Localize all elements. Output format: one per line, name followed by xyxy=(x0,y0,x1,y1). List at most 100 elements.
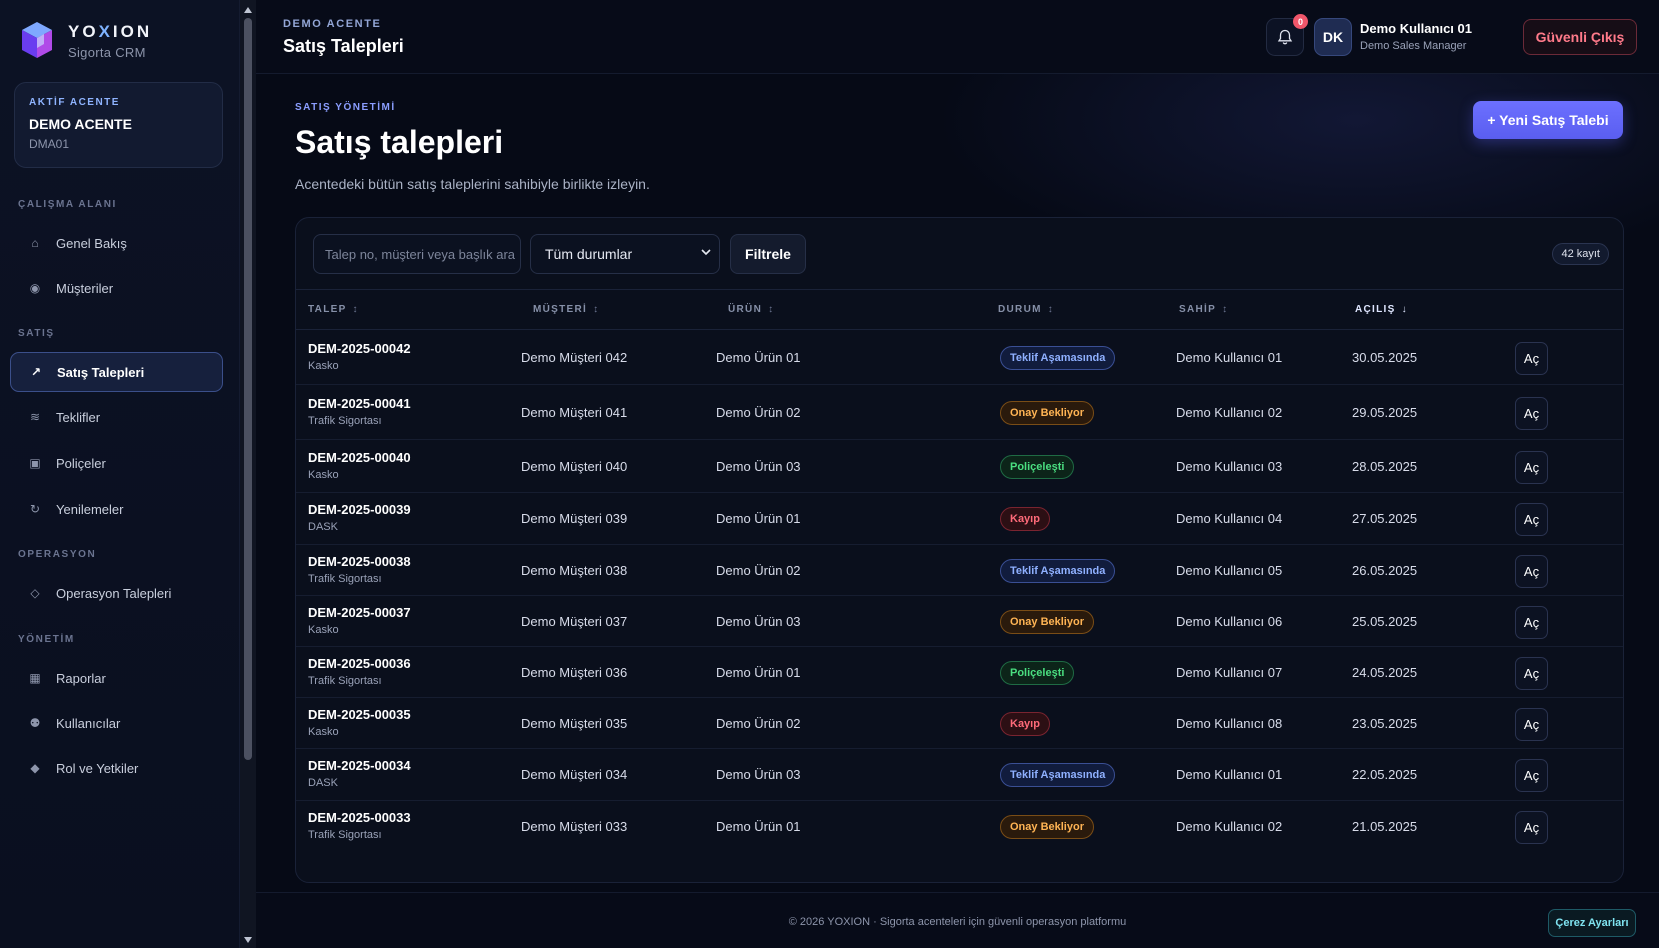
owner-cell: Demo Kullanıcı 08 xyxy=(1176,715,1283,731)
open-request-button[interactable]: Aç xyxy=(1515,811,1548,844)
avatar[interactable]: DK xyxy=(1314,18,1352,56)
customer-cell: Demo Müşteri 036 xyxy=(521,664,628,680)
sidebar-item-sales-requests[interactable]: ↗ Satış Talepleri xyxy=(10,352,223,392)
status-select[interactable]: Tüm durumlar xyxy=(530,234,720,274)
column-header-opened[interactable]: AÇILIŞ ↓ xyxy=(1355,304,1407,315)
customer-cell: Demo Müşteri 033 xyxy=(521,819,628,834)
open-request-button[interactable]: Aç xyxy=(1515,554,1548,588)
request-number: DEM-2025-00040 xyxy=(308,449,411,465)
notifications-button[interactable]: 0 xyxy=(1266,14,1308,56)
table-row[interactable]: DEM-2025-00036 Trafik Sigortası Demo Müşte… xyxy=(296,647,1623,698)
nav-section-operations: OPERASYON xyxy=(18,549,97,560)
scrollbar-thumb[interactable] xyxy=(244,18,252,760)
brand-subtitle: Sigorta CRM xyxy=(68,45,146,60)
diamond-icon: ◇ xyxy=(30,586,40,600)
sidebar-item-users[interactable]: ⚉ Kullanıcılar xyxy=(10,703,223,743)
table-row[interactable]: DEM-2025-00039 DASK Demo Müşteri 039 Demo Ü… xyxy=(296,493,1623,545)
request-cell: DEM-2025-00038 Trafik Sigortası xyxy=(308,554,411,585)
sidebar-item-operation-requests[interactable]: ◇ Operasyon Talepleri xyxy=(10,573,223,613)
active-agency-card[interactable]: AKTİF ACENTE DEMO ACENTE DMA01 xyxy=(14,82,223,168)
owner-cell: Demo Kullanıcı 02 xyxy=(1176,404,1283,420)
opened-date-cell: 26.05.2025 xyxy=(1352,562,1418,578)
request-cell: DEM-2025-00036 Trafik Sigortası xyxy=(308,656,411,687)
product-cell: Demo Ürün 03 xyxy=(716,458,801,474)
table-row[interactable]: DEM-2025-00038 Trafik Sigortası Demo Müşte… xyxy=(296,545,1623,596)
table-row[interactable]: DEM-2025-00037 Kasko Demo Müşteri 037 Demo … xyxy=(296,596,1623,647)
sidebar-item-renewals[interactable]: ↻ Yenilemeler xyxy=(10,489,223,529)
page-subtitle: Acentedeki bütün satış taleplerini sahib… xyxy=(295,176,650,192)
open-request-button[interactable]: Aç xyxy=(1515,605,1548,639)
brand[interactable]: YOXION Sigorta CRM xyxy=(20,20,152,62)
sidebar-item-overview[interactable]: ⌂ Genel Bakış xyxy=(10,223,223,263)
customer-cell: Demo Müşteri 038 xyxy=(521,562,628,578)
page-eyebrow: SATIŞ YÖNETİMİ xyxy=(295,102,396,113)
column-header-status[interactable]: DURUM ↕ xyxy=(998,304,1053,315)
chart-icon: ▦ xyxy=(29,671,41,685)
opened-date-cell: 28.05.2025 xyxy=(1352,458,1418,474)
table-row[interactable]: DEM-2025-00042 Kasko Demo Müşteri 042 Demo … xyxy=(296,330,1623,385)
column-header-request[interactable]: TALEP ↕ xyxy=(308,304,358,315)
product-cell: Demo Ürün 01 xyxy=(716,511,801,526)
product-cell: Demo Ürün 02 xyxy=(716,562,801,578)
open-request-button[interactable]: Aç xyxy=(1515,503,1548,536)
table-row[interactable]: DEM-2025-00035 Kasko Demo Müşteri 035 Demo … xyxy=(296,698,1623,749)
sidebar-item-label: Poliçeler xyxy=(56,455,106,471)
table-header: TALEP ↕ MÜŞTERİ ↕ ÜRÜN ↕ DURUM ↕ SAHİP ↕ AÇIL… xyxy=(296,290,1623,330)
topbar: DEMO ACENTE Satış Talepleri 0 DK Demo Ku… xyxy=(256,0,1659,74)
status-badge: Onay Bekliyor xyxy=(1000,815,1094,839)
opened-date-cell: 25.05.2025 xyxy=(1352,613,1418,629)
open-request-button[interactable]: Aç xyxy=(1515,396,1548,430)
customer-cell: Demo Müşteri 035 xyxy=(521,715,628,731)
status-badge: Teklif Aşamasında xyxy=(1000,345,1116,370)
logout-button[interactable]: Güvenli Çıkış xyxy=(1523,19,1637,55)
owner-cell: Demo Kullanıcı 02 xyxy=(1176,819,1283,834)
column-header-product[interactable]: ÜRÜN ↕ xyxy=(728,304,773,315)
nav-section-sales: SATIŞ xyxy=(18,328,55,339)
nav-section-workspace: ÇALIŞMA ALANI xyxy=(18,199,117,210)
table-row[interactable]: DEM-2025-00041 Trafik Sigortası Demo Müşte… xyxy=(296,385,1623,440)
request-number: DEM-2025-00037 xyxy=(308,604,411,620)
sidebar-item-label: Teklifler xyxy=(56,409,101,425)
sidebar-item-policies[interactable]: ▣ Poliçeler xyxy=(10,443,223,483)
status-badge: Poliçeleşti xyxy=(1000,660,1075,685)
open-request-button[interactable]: Aç xyxy=(1515,341,1548,375)
column-header-customer[interactable]: MÜŞTERİ ↕ xyxy=(533,304,598,315)
filter-bar: Tüm durumlar Filtrele 42 kayıt xyxy=(296,218,1623,290)
open-request-button[interactable]: Aç xyxy=(1515,656,1548,690)
sidebar-item-reports[interactable]: ▦ Raporlar xyxy=(10,658,223,698)
sidebar-scrollbar[interactable] xyxy=(240,0,256,948)
scroll-down-arrow-icon[interactable] xyxy=(244,937,252,943)
request-cell: DEM-2025-00039 DASK xyxy=(308,502,411,533)
filter-button[interactable]: Filtrele xyxy=(730,234,806,274)
document-icon: ▣ xyxy=(29,456,41,470)
table-row[interactable]: DEM-2025-00034 DASK Demo Müşteri 034 Demo Ü… xyxy=(296,749,1623,801)
sidebar-item-customers[interactable]: ◉ Müşteriler xyxy=(10,268,223,308)
request-cell: DEM-2025-00041 Trafik Sigortası xyxy=(308,396,411,427)
new-sales-request-button[interactable]: + Yeni Satış Talebi xyxy=(1473,101,1623,139)
footer-text: © 2026 YOXION · Sigorta acenteleri için … xyxy=(788,916,1127,928)
record-count-badge: 42 kayıt xyxy=(1552,243,1609,265)
sidebar-item-roles[interactable]: ◆ Rol ve Yetkiler xyxy=(10,748,223,788)
table-row[interactable]: DEM-2025-00040 Kasko Demo Müşteri 040 Demo … xyxy=(296,440,1623,493)
open-request-button[interactable]: Aç xyxy=(1515,707,1548,741)
owner-cell: Demo Kullanıcı 04 xyxy=(1176,511,1283,526)
sidebar-item-quotes[interactable]: ≋ Teklifler xyxy=(10,397,223,437)
scroll-up-arrow-icon[interactable] xyxy=(244,7,252,13)
open-request-button[interactable]: Aç xyxy=(1515,450,1548,484)
customer-cell: Demo Müşteri 042 xyxy=(521,349,628,365)
cookie-settings-button[interactable]: Çerez Ayarları xyxy=(1548,909,1636,937)
customer-cell: Demo Müşteri 039 xyxy=(521,511,628,526)
nav-section-management: YÖNETİM xyxy=(18,634,75,645)
sidebar-item-label: Operasyon Talepleri xyxy=(56,585,172,601)
request-number: DEM-2025-00041 xyxy=(308,395,411,411)
logo-cube-icon xyxy=(22,22,52,58)
column-header-owner[interactable]: SAHİP ↕ xyxy=(1179,304,1227,315)
table-row[interactable]: DEM-2025-00033 Trafik Sigortası Demo Müşte… xyxy=(296,801,1623,853)
sidebar-item-label: Kullanıcılar xyxy=(56,715,121,731)
customer-cell: Demo Müşteri 037 xyxy=(521,613,628,629)
agency-code: DMA01 xyxy=(29,137,70,151)
request-number: DEM-2025-00036 xyxy=(308,655,411,671)
search-input[interactable] xyxy=(313,234,521,274)
footer: © 2026 YOXION · Sigorta acenteleri için … xyxy=(256,892,1659,948)
open-request-button[interactable]: Aç xyxy=(1515,759,1548,792)
